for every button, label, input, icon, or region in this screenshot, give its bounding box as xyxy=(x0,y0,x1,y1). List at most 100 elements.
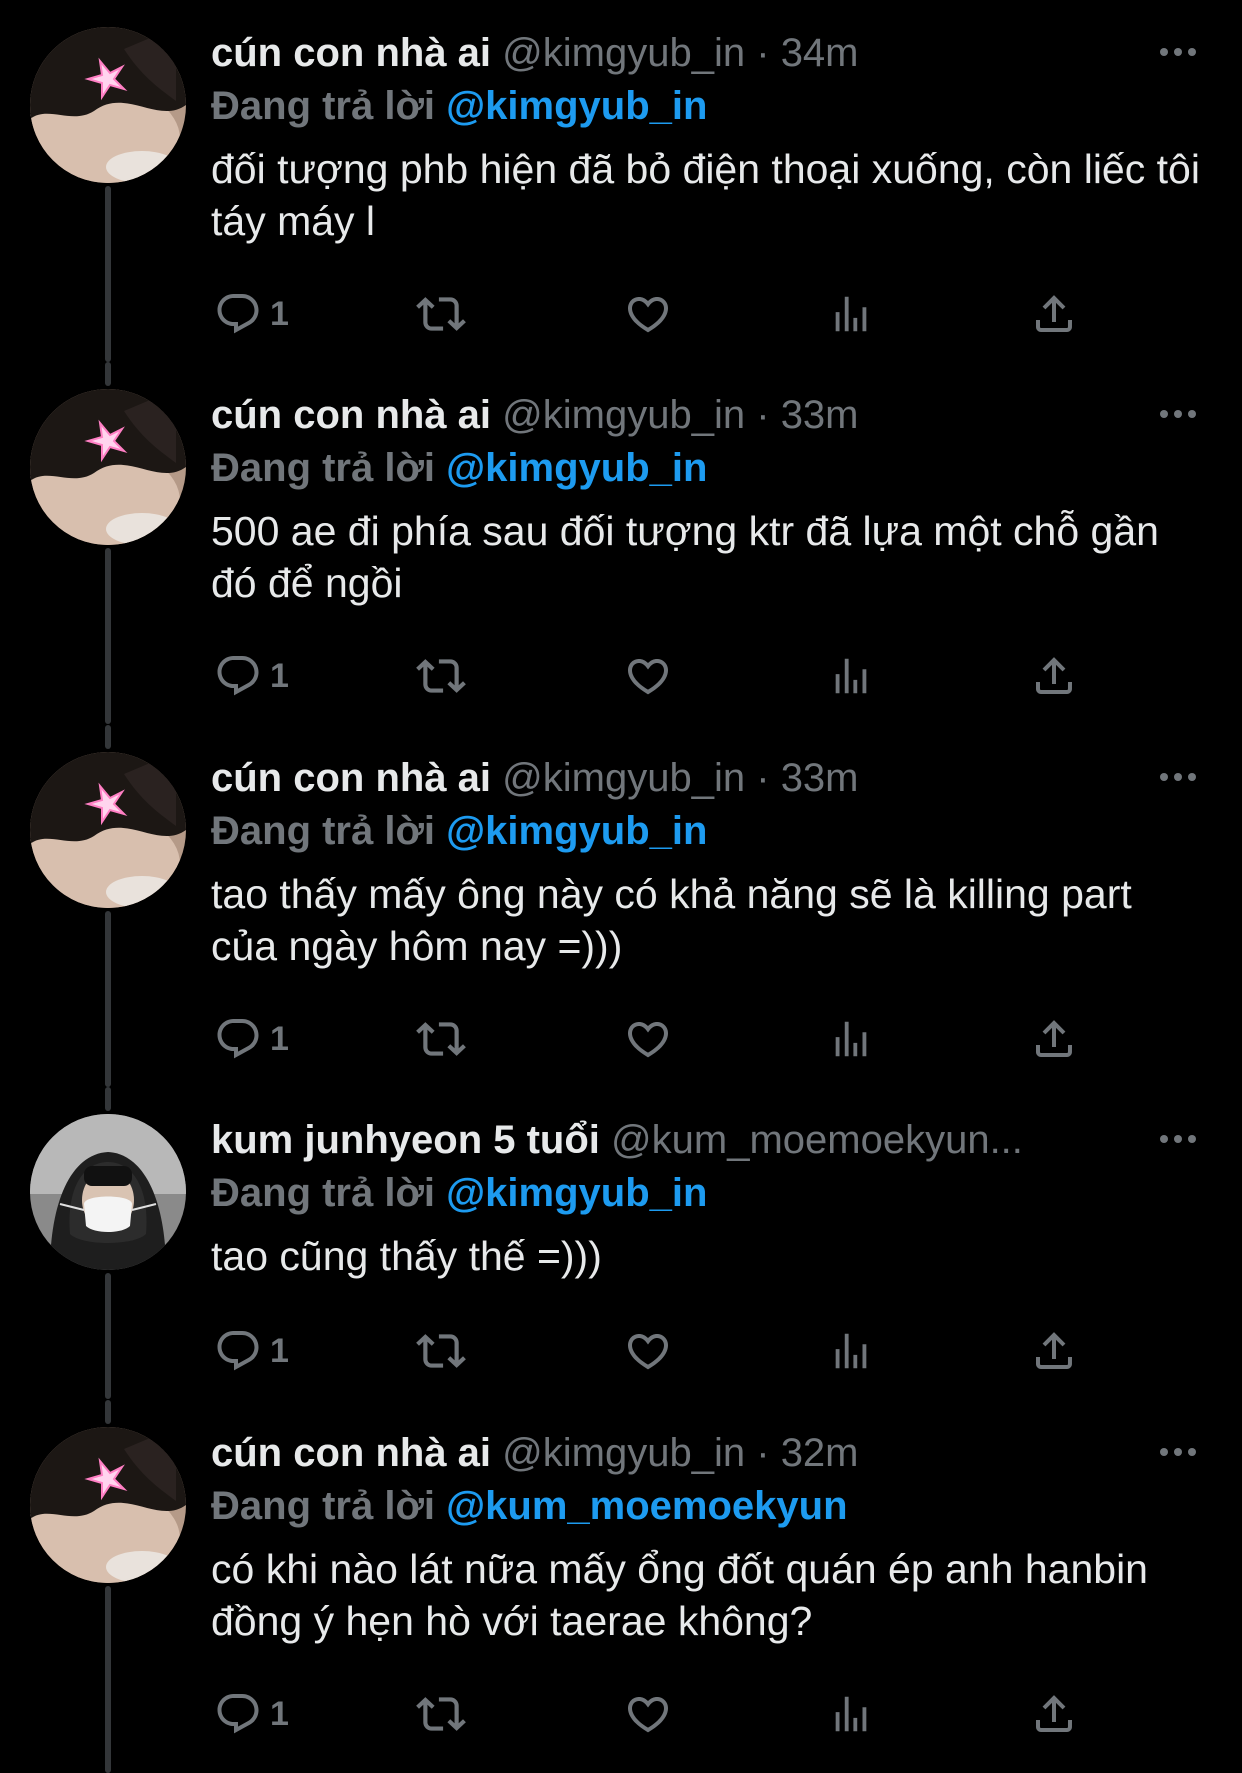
more-icon[interactable] xyxy=(1156,394,1200,434)
views-button[interactable] xyxy=(828,1323,874,1379)
separator-dot: · xyxy=(756,31,770,75)
reply-button[interactable]: 1 xyxy=(214,286,289,342)
replying-to-handle[interactable]: @kimgyub_in xyxy=(446,446,707,490)
more-icon[interactable] xyxy=(1156,32,1200,72)
timestamp[interactable]: 34m xyxy=(781,31,859,75)
retweet-icon xyxy=(416,1326,466,1376)
thread-line xyxy=(105,362,111,386)
like-button[interactable] xyxy=(624,648,672,704)
display-name[interactable]: cún con nhà ai xyxy=(211,31,491,75)
replying-to-handle[interactable]: @kum_moemoekyun xyxy=(446,1484,847,1528)
retweet-button[interactable] xyxy=(416,286,466,342)
reply-button[interactable]: 1 xyxy=(214,1011,289,1067)
replying-to-handle[interactable]: @kimgyub_in xyxy=(446,1171,707,1215)
tweet-header: cún con nhà ai @kimgyub_in · 32m xyxy=(211,1425,1161,1481)
retweet-button[interactable] xyxy=(416,648,466,704)
like-button[interactable] xyxy=(624,1011,672,1067)
retweet-icon xyxy=(416,651,466,701)
share-icon xyxy=(1030,290,1078,338)
retweet-button[interactable] xyxy=(416,1323,466,1379)
user-handle[interactable]: @kimgyub_in xyxy=(502,393,745,437)
separator-dot: · xyxy=(756,1431,770,1475)
share-button[interactable] xyxy=(1030,1011,1078,1067)
like-button[interactable] xyxy=(624,286,672,342)
views-icon xyxy=(828,1328,874,1374)
display-name[interactable]: cún con nhà ai xyxy=(211,756,491,800)
share-icon xyxy=(1030,652,1078,700)
reply-button[interactable]: 1 xyxy=(214,648,289,704)
like-icon xyxy=(624,1015,672,1063)
reply-icon xyxy=(214,1327,262,1375)
like-button[interactable] xyxy=(624,1323,672,1379)
tweet[interactable]: cún con nhà ai @kimgyub_in · 32m Đang tr… xyxy=(0,1400,1242,1773)
share-button[interactable] xyxy=(1030,1323,1078,1379)
more-icon[interactable] xyxy=(1156,757,1200,797)
like-icon xyxy=(624,290,672,338)
share-button[interactable] xyxy=(1030,648,1078,704)
views-icon xyxy=(828,1016,874,1062)
avatar-cun-con-image xyxy=(30,752,186,908)
retweet-button[interactable] xyxy=(416,1686,466,1742)
separator-dot: · xyxy=(756,756,770,800)
tweet-actions: 1 xyxy=(210,1323,1110,1379)
reply-count: 1 xyxy=(270,295,289,333)
avatar-cun-con-image xyxy=(30,389,186,545)
reply-count: 1 xyxy=(270,1020,289,1058)
display-name[interactable]: kum junhyeon 5 tuổi xyxy=(211,1118,600,1162)
tweet-header: cún con nhà ai @kimgyub_in · 34m xyxy=(211,25,1161,81)
display-name[interactable]: cún con nhà ai xyxy=(211,393,491,437)
avatar[interactable] xyxy=(30,27,186,183)
tweet-header: kum junhyeon 5 tuổi @kum_moemoekyun... xyxy=(211,1112,1161,1168)
display-name[interactable]: cún con nhà ai xyxy=(211,1431,491,1475)
tweet-text: 500 ae đi phía sau đối tượng ktr đã lựa … xyxy=(211,508,1159,606)
user-handle[interactable]: @kimgyub_in xyxy=(502,756,745,800)
retweet-button[interactable] xyxy=(416,1011,466,1067)
more-icon[interactable] xyxy=(1156,1432,1200,1472)
tweet-text: có khi nào lát nữa mấy ổng đốt quán ép a… xyxy=(211,1546,1148,1644)
like-button[interactable] xyxy=(624,1686,672,1742)
tweet-header: cún con nhà ai @kimgyub_in · 33m xyxy=(211,750,1161,806)
user-handle[interactable]: @kimgyub_in xyxy=(502,31,745,75)
tweet-thread: cún con nhà ai @kimgyub_in · 34m Đang tr… xyxy=(0,0,1242,1773)
replying-to-handle[interactable]: @kimgyub_in xyxy=(446,809,707,853)
tweet[interactable]: cún con nhà ai @kimgyub_in · 33m Đang tr… xyxy=(0,362,1242,724)
reply-count: 1 xyxy=(270,1332,289,1370)
thread-line xyxy=(105,725,111,749)
reply-icon xyxy=(214,652,262,700)
avatar[interactable] xyxy=(30,752,186,908)
avatar[interactable] xyxy=(30,389,186,545)
tweet-header: cún con nhà ai @kimgyub_in · 33m xyxy=(211,387,1161,443)
replying-to: Đang trả lời @kimgyub_in xyxy=(211,803,707,859)
tweet-actions: 1 xyxy=(210,648,1110,704)
like-icon xyxy=(624,1327,672,1375)
tweet[interactable]: kum junhyeon 5 tuổi @kum_moemoekyun... Đ… xyxy=(0,1087,1242,1399)
more-icon[interactable] xyxy=(1156,1119,1200,1159)
avatar-kum-junhyeon-image xyxy=(30,1114,186,1270)
avatar[interactable] xyxy=(30,1427,186,1583)
tweet[interactable]: cún con nhà ai @kimgyub_in · 33m Đang tr… xyxy=(0,725,1242,1087)
reply-icon xyxy=(214,1690,262,1738)
replying-to: Đang trả lời @kum_moemoekyun xyxy=(211,1478,848,1534)
avatar[interactable] xyxy=(30,1114,186,1270)
views-button[interactable] xyxy=(828,1011,874,1067)
views-icon xyxy=(828,653,874,699)
timestamp[interactable]: 32m xyxy=(781,1431,859,1475)
replying-to-handle[interactable]: @kimgyub_in xyxy=(446,84,707,128)
views-button[interactable] xyxy=(828,648,874,704)
avatar-cun-con-image xyxy=(30,1427,186,1583)
like-icon xyxy=(624,652,672,700)
thread-line xyxy=(105,911,111,1087)
share-button[interactable] xyxy=(1030,286,1078,342)
views-icon xyxy=(828,1691,874,1737)
tweet-text: đối tượng phb hiện đã bỏ điện thoại xuốn… xyxy=(211,146,1200,244)
views-button[interactable] xyxy=(828,286,874,342)
views-button[interactable] xyxy=(828,1686,874,1742)
share-button[interactable] xyxy=(1030,1686,1078,1742)
reply-button[interactable]: 1 xyxy=(214,1686,289,1742)
timestamp[interactable]: 33m xyxy=(781,393,859,437)
tweet[interactable]: cún con nhà ai @kimgyub_in · 34m Đang tr… xyxy=(0,0,1242,362)
user-handle[interactable]: @kimgyub_in xyxy=(502,1431,745,1475)
reply-button[interactable]: 1 xyxy=(214,1323,289,1379)
timestamp[interactable]: 33m xyxy=(781,756,859,800)
user-handle[interactable]: @kum_moemoekyun... xyxy=(611,1118,1023,1162)
